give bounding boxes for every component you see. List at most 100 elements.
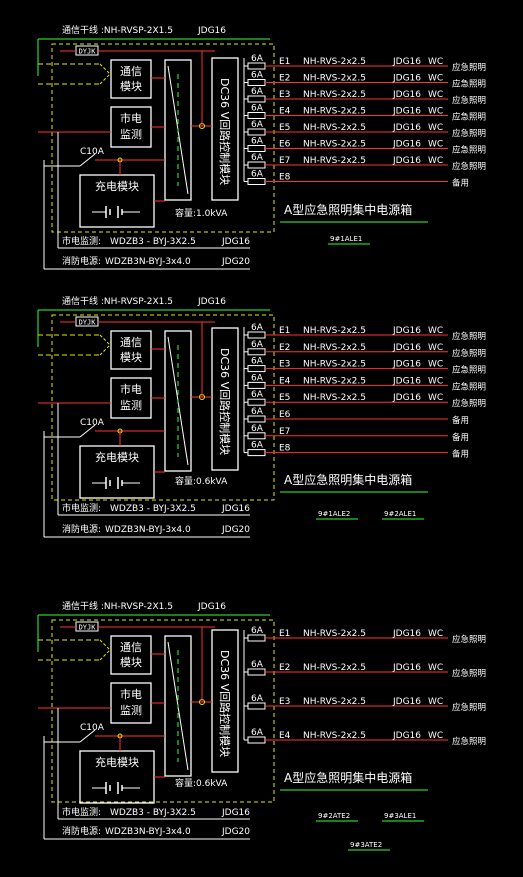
- circuit-name: E8: [279, 173, 291, 183]
- circuit-conduit: JDG16: [392, 140, 421, 150]
- mains-module-label: 监测: [120, 128, 142, 141]
- mains-cable-label: WDZB3 - BYJ-3X2.5: [110, 504, 196, 514]
- circuit-conduit: JDG16: [392, 731, 421, 741]
- mains-conduit-label: JDG16: [221, 808, 250, 818]
- circuit-conduit: JDG16: [392, 123, 421, 133]
- circuit-method: WC: [428, 663, 443, 673]
- circuit-use: 应急照明: [452, 112, 486, 123]
- circuit-conduit: JDG16: [392, 697, 421, 707]
- circuit-use: 应急照明: [452, 331, 486, 342]
- comm-trunk-conduit: JDG16: [197, 26, 226, 36]
- reference-tag: 9#3ALE1: [384, 812, 416, 820]
- circuit-name: E2: [279, 663, 290, 673]
- circuit-conduit: JDG16: [392, 156, 421, 166]
- circuit-cable: NH-RVS-2x2.5: [303, 663, 366, 673]
- circuit-cable: NH-RVS-2x2.5: [303, 376, 366, 386]
- comm-module-label: 模块: [120, 80, 142, 93]
- circuit-use: 应急照明: [452, 145, 486, 156]
- circuit-name: E4: [279, 731, 291, 741]
- mains-cable-label: WDZB3 - BYJ-3X2.5: [110, 237, 196, 247]
- circuit-name: E6: [279, 140, 291, 150]
- circuit-cable: NH-RVS-2x2.5: [303, 90, 366, 100]
- fire-power-label: 消防电源:: [62, 825, 101, 837]
- mains-monitor-label: 市电监测:: [62, 502, 101, 514]
- circuit-name: E4: [279, 107, 291, 117]
- circuit-use: 应急照明: [452, 95, 486, 106]
- circuit-conduit: JDG16: [392, 663, 421, 673]
- reference-tag: 9#2ATE2: [318, 812, 350, 820]
- breaker-label: C10A: [80, 418, 105, 428]
- circuit-name: E2: [279, 74, 290, 84]
- circuit-method: WC: [428, 140, 443, 150]
- circuit-use: 应急照明: [452, 62, 486, 73]
- circuit-cable: NH-RVS-2x2.5: [303, 629, 366, 639]
- charger-module-label: 充电模块: [95, 179, 139, 193]
- circuit-name: E7: [279, 427, 290, 437]
- circuit-use: 应急照明: [452, 381, 486, 392]
- circuit-use: 应急照明: [452, 128, 486, 139]
- circuit-cable: NH-RVS-2x2.5: [303, 326, 366, 336]
- circuit-cable: NH-RVS-2x2.5: [303, 123, 366, 133]
- charger-module-label: 充电模块: [95, 450, 139, 464]
- circuit-use: 应急照明: [452, 702, 486, 713]
- mains-module-label: 市电: [120, 687, 142, 701]
- circuit-method: WC: [428, 393, 443, 403]
- mains-conduit-label: JDG16: [221, 237, 250, 247]
- mains-cable-label: WDZB3 - BYJ-3X2.5: [110, 808, 196, 818]
- capacity-label: 容量:0.6kVA: [175, 475, 228, 487]
- tag-label: DYJK: [79, 624, 97, 632]
- circuit-method: WC: [428, 376, 443, 386]
- circuit-use: 应急照明: [452, 634, 486, 645]
- comm-trunk-label: 通信干线 :NH-RVSP-2X1.5: [62, 24, 173, 36]
- reference-tag: 9#1ALE2: [318, 510, 350, 518]
- circuit-conduit: JDG16: [392, 326, 421, 336]
- circuit-method: WC: [428, 107, 443, 117]
- circuit-name: E3: [279, 90, 290, 100]
- circuit-conduit: JDG16: [392, 90, 421, 100]
- circuit-cable: NH-RVS-2x2.5: [303, 74, 366, 84]
- capacity-label: 容量:0.6kVA: [175, 777, 228, 789]
- circuit-method: WC: [428, 629, 443, 639]
- circuit-conduit: JDG16: [392, 74, 421, 84]
- capacity-label: 容量:1.0kVA: [175, 207, 228, 219]
- tag-label: DYJK: [79, 319, 97, 327]
- circuit-use: 应急照明: [452, 348, 486, 359]
- mains-module-label: 市电: [120, 382, 142, 396]
- fire-power-label: 消防电源:: [62, 255, 101, 267]
- circuit-use: 备用: [452, 415, 469, 426]
- charger-module-label: 充电模块: [95, 755, 139, 769]
- circuit-conduit: JDG16: [392, 376, 421, 386]
- fire-conduit-label: JDG20: [221, 257, 250, 267]
- circuit-name: E8: [279, 444, 291, 454]
- comm-module-label: 通信: [120, 641, 142, 654]
- circuit-cable: NH-RVS-2x2.5: [303, 360, 366, 370]
- comm-trunk-label: 通信干线 :NH-RVSP-2X1.5: [62, 600, 173, 612]
- comm-module-label: 模块: [120, 656, 142, 669]
- circuit-name: E7: [279, 156, 290, 166]
- circuit-name: E4: [279, 376, 291, 386]
- circuit-conduit: JDG16: [392, 107, 421, 117]
- mains-module-label: 监测: [120, 399, 142, 412]
- box-title: A型应急照明集中电源箱: [284, 472, 412, 487]
- circuit-use: 应急照明: [452, 668, 486, 679]
- comm-trunk-label: 通信干线 :NH-RVSP-2X1.5: [62, 295, 173, 307]
- circuit-use: 应急照明: [452, 79, 486, 90]
- fire-conduit-label: JDG20: [221, 525, 250, 535]
- circuit-method: WC: [428, 123, 443, 133]
- circuit-conduit: JDG16: [392, 393, 421, 403]
- circuit-use: 应急照明: [452, 398, 486, 409]
- circuit-method: WC: [428, 360, 443, 370]
- circuit-conduit: JDG16: [392, 57, 421, 67]
- fire-conduit-label: JDG20: [221, 827, 250, 837]
- mains-monitor-label: 市电监测:: [62, 806, 101, 818]
- circuit-conduit: JDG16: [392, 360, 421, 370]
- tag-label: DYJK: [79, 48, 97, 56]
- controller-label: DC36 V回路控制模块: [218, 78, 232, 185]
- circuit-method: WC: [428, 156, 443, 166]
- circuit-cable: NH-RVS-2x2.5: [303, 731, 366, 741]
- fire-cable-label: WDZB3N-BYJ-3x4.0: [105, 257, 191, 267]
- fire-power-label: 消防电源:: [62, 523, 101, 535]
- mains-module-label: 监测: [120, 704, 142, 717]
- comm-module-label: 模块: [120, 351, 142, 364]
- circuit-method: WC: [428, 697, 443, 707]
